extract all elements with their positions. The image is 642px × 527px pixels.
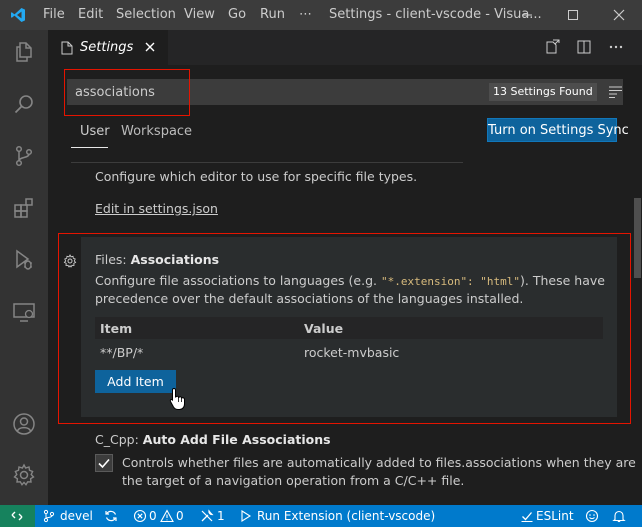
git-branch[interactable]: devel [60,509,93,523]
run-debug-icon[interactable] [12,248,36,272]
associations-table-header: Item Value [95,317,603,339]
run-icon [241,510,252,522]
remote-indicator[interactable] [0,505,35,527]
search-highlight-box [64,69,190,116]
remote-icon [11,511,23,521]
menu-more[interactable]: ⋯ [299,7,312,22]
checkmark-icon [98,458,110,469]
run-configuration[interactable]: Run Extension (client-vscode) [257,509,435,523]
table-cell-value: rocket-mvbasic [304,345,400,360]
menu-view[interactable]: View [184,7,215,22]
git-branch-icon [43,509,55,523]
column-header-value: Value [304,321,344,336]
feedback-icon[interactable] [585,509,599,523]
error-count[interactable]: 0 [149,509,157,523]
remote-explorer-icon[interactable] [12,300,36,324]
maximize-icon[interactable] [565,7,581,23]
search-icon[interactable] [12,92,36,116]
setting-category: C_Cpp: [95,432,143,447]
edit-in-settings-json-link[interactable]: Edit in settings.json [95,201,218,216]
setting-key: Auto Add File Associations [142,432,331,447]
minimize-icon[interactable] [519,7,535,23]
tab-label: Settings [80,40,134,55]
tools-count[interactable]: 1 [217,509,225,523]
manage-gear-icon[interactable] [12,463,36,487]
menu-run[interactable]: Run [260,7,285,22]
setting-description-line2: the target of a navigation operation fro… [122,473,465,488]
editor-associations-description: Configure which editor to use for specif… [95,169,418,184]
header-divider [71,162,463,163]
setting-description-line1: Controls whether files are automatically… [122,455,636,470]
menu-edit[interactable]: Edit [78,7,103,22]
add-item-button[interactable]: Add Item [95,370,176,393]
scope-tab-user[interactable]: User [80,124,110,139]
table-cell-item: **/BP/* [100,345,144,360]
error-icon [133,509,147,523]
setting-description-line2: precedence over the default associations… [95,291,524,306]
desc-text: Configure file associations to languages… [95,273,381,288]
warning-icon [160,509,174,523]
close-tab-icon[interactable] [144,41,156,53]
results-count-badge: 13 Settings Found [489,83,597,101]
eslint-check-icon [521,512,533,522]
sync-icon[interactable] [104,509,118,523]
table-row[interactable]: **/BP/* rocket-mvbasic [95,341,603,363]
file-icon [61,41,73,55]
scope-tab-workspace[interactable]: Workspace [121,124,192,139]
setting-key: Associations [130,252,220,267]
clear-filter-icon[interactable] [608,85,623,99]
setting-title: Files: Associations [95,252,219,267]
menu-selection[interactable]: Selection [116,7,176,22]
active-scope-indicator [71,147,108,148]
notifications-bell-icon[interactable] [612,509,626,523]
settings-editor: Settings 13 Settings Found User Workspac… [48,30,642,505]
setting-title: C_Cpp: Auto Add File Associations [95,432,331,447]
tab-settings[interactable]: Settings [48,30,168,65]
more-actions-icon[interactable] [608,39,624,55]
menu-go[interactable]: Go [228,7,246,22]
tab-bar: Settings [48,30,642,65]
setting-category: Files: [95,252,131,267]
code-snippet: "*.extension": "html" [380,275,521,288]
status-bar: devel 0 0 1 Run Extension (client-vscode… [0,505,642,527]
window-title: Settings - client-vscode - Visua... [329,7,542,22]
hand-cursor-icon [169,387,185,410]
accounts-icon[interactable] [12,412,36,436]
scrollbar-thumb[interactable] [634,198,641,278]
auto-add-associations-checkbox[interactable] [95,454,113,472]
vscode-logo-icon [11,8,25,22]
eslint-status[interactable]: ESLint [536,509,574,523]
extensions-icon[interactable] [12,196,36,220]
turn-on-settings-sync-button[interactable]: Turn on Settings Sync [487,118,629,142]
source-control-icon[interactable] [12,144,36,168]
warning-count[interactable]: 0 [176,509,184,523]
title-bar: File Edit Selection View Go Run ⋯ Settin… [0,0,642,30]
desc-text: ). These have [520,273,605,288]
explorer-icon[interactable] [12,40,36,64]
tools-icon [201,509,214,522]
menu-file[interactable]: File [43,7,65,22]
close-window-icon[interactable] [611,7,627,23]
split-editor-icon[interactable] [576,39,592,55]
open-settings-json-icon[interactable] [544,39,560,55]
setting-description-line1: Configure file associations to languages… [95,273,605,288]
column-header-item: Item [100,321,133,336]
activity-bar [0,30,48,505]
